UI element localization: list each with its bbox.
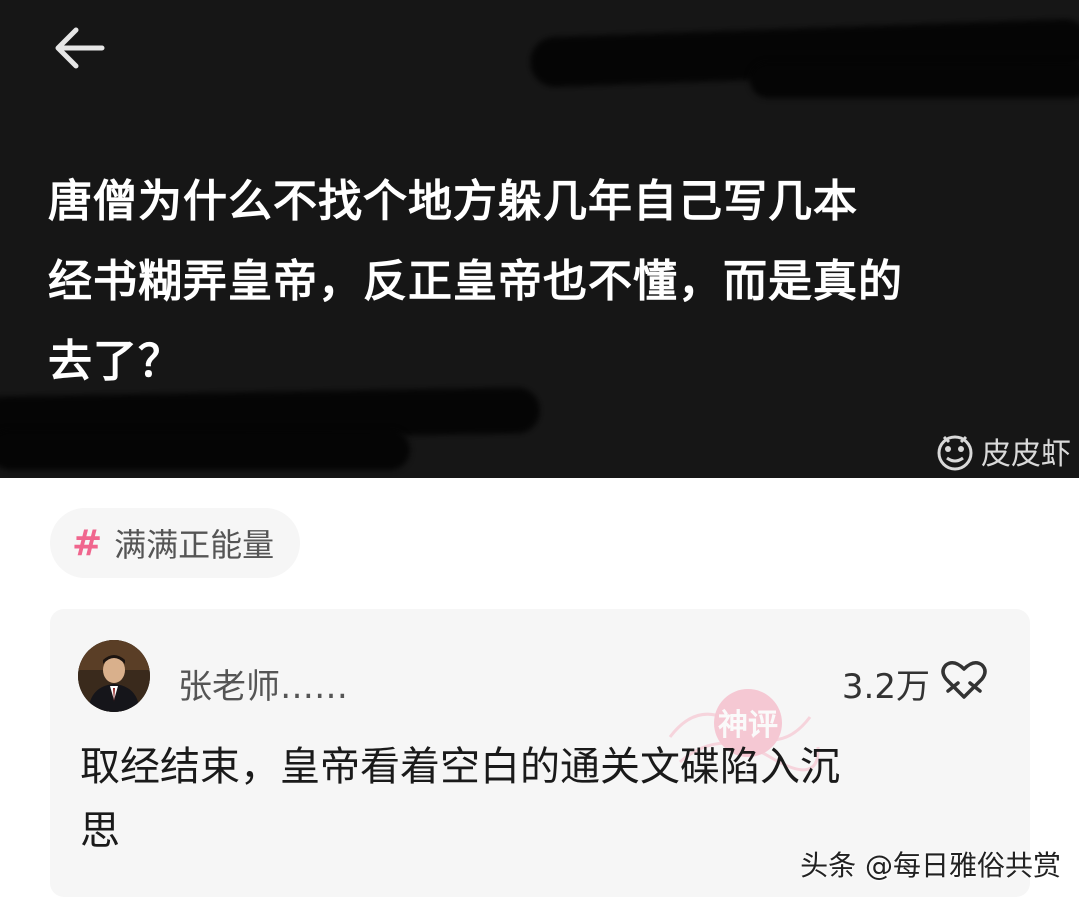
avatar-image bbox=[78, 640, 150, 712]
question-line: 去了？ bbox=[48, 336, 183, 387]
like-button[interactable] bbox=[940, 657, 988, 703]
heart-hands-icon bbox=[941, 661, 987, 699]
like-count: 3.2万 bbox=[841, 667, 930, 707]
question-line: 经书糊弄皇帝，反正皇帝也不懂，而是真的 bbox=[48, 256, 903, 307]
redaction-scribble-top-2 bbox=[750, 62, 1079, 98]
hash-icon: # bbox=[72, 522, 103, 564]
commenter-name[interactable]: 张老师…… bbox=[178, 659, 348, 708]
pipixia-logo-icon bbox=[937, 435, 973, 471]
comment-line: 取经结束，皇帝看着空白的通关文碟陷入沉 bbox=[80, 744, 840, 790]
question-title: 唐僧为什么不找个地方躲几年自己写几本 经书糊弄皇帝，反正皇帝也不懂，而是真的 去… bbox=[48, 162, 1038, 402]
topic-tag-label: 满满正能量 bbox=[114, 526, 275, 564]
topic-tag[interactable]: # 满满正能量 bbox=[50, 508, 301, 578]
question-header: 唐僧为什么不找个地方躲几年自己写几本 经书糊弄皇帝，反正皇帝也不懂，而是真的 去… bbox=[0, 0, 1079, 478]
source-watermark: 头条 @每日雅俗共赏 bbox=[800, 849, 1061, 882]
back-arrow-icon bbox=[55, 27, 105, 69]
back-button[interactable] bbox=[50, 22, 108, 74]
redaction-scribble-bottom-2 bbox=[0, 430, 410, 470]
pipixia-label: 皮皮虾 bbox=[981, 437, 1071, 472]
question-line: 唐僧为什么不找个地方躲几年自己写几本 bbox=[48, 176, 858, 227]
pipixia-watermark: 皮皮虾 bbox=[935, 428, 1071, 474]
avatar[interactable] bbox=[78, 640, 150, 712]
